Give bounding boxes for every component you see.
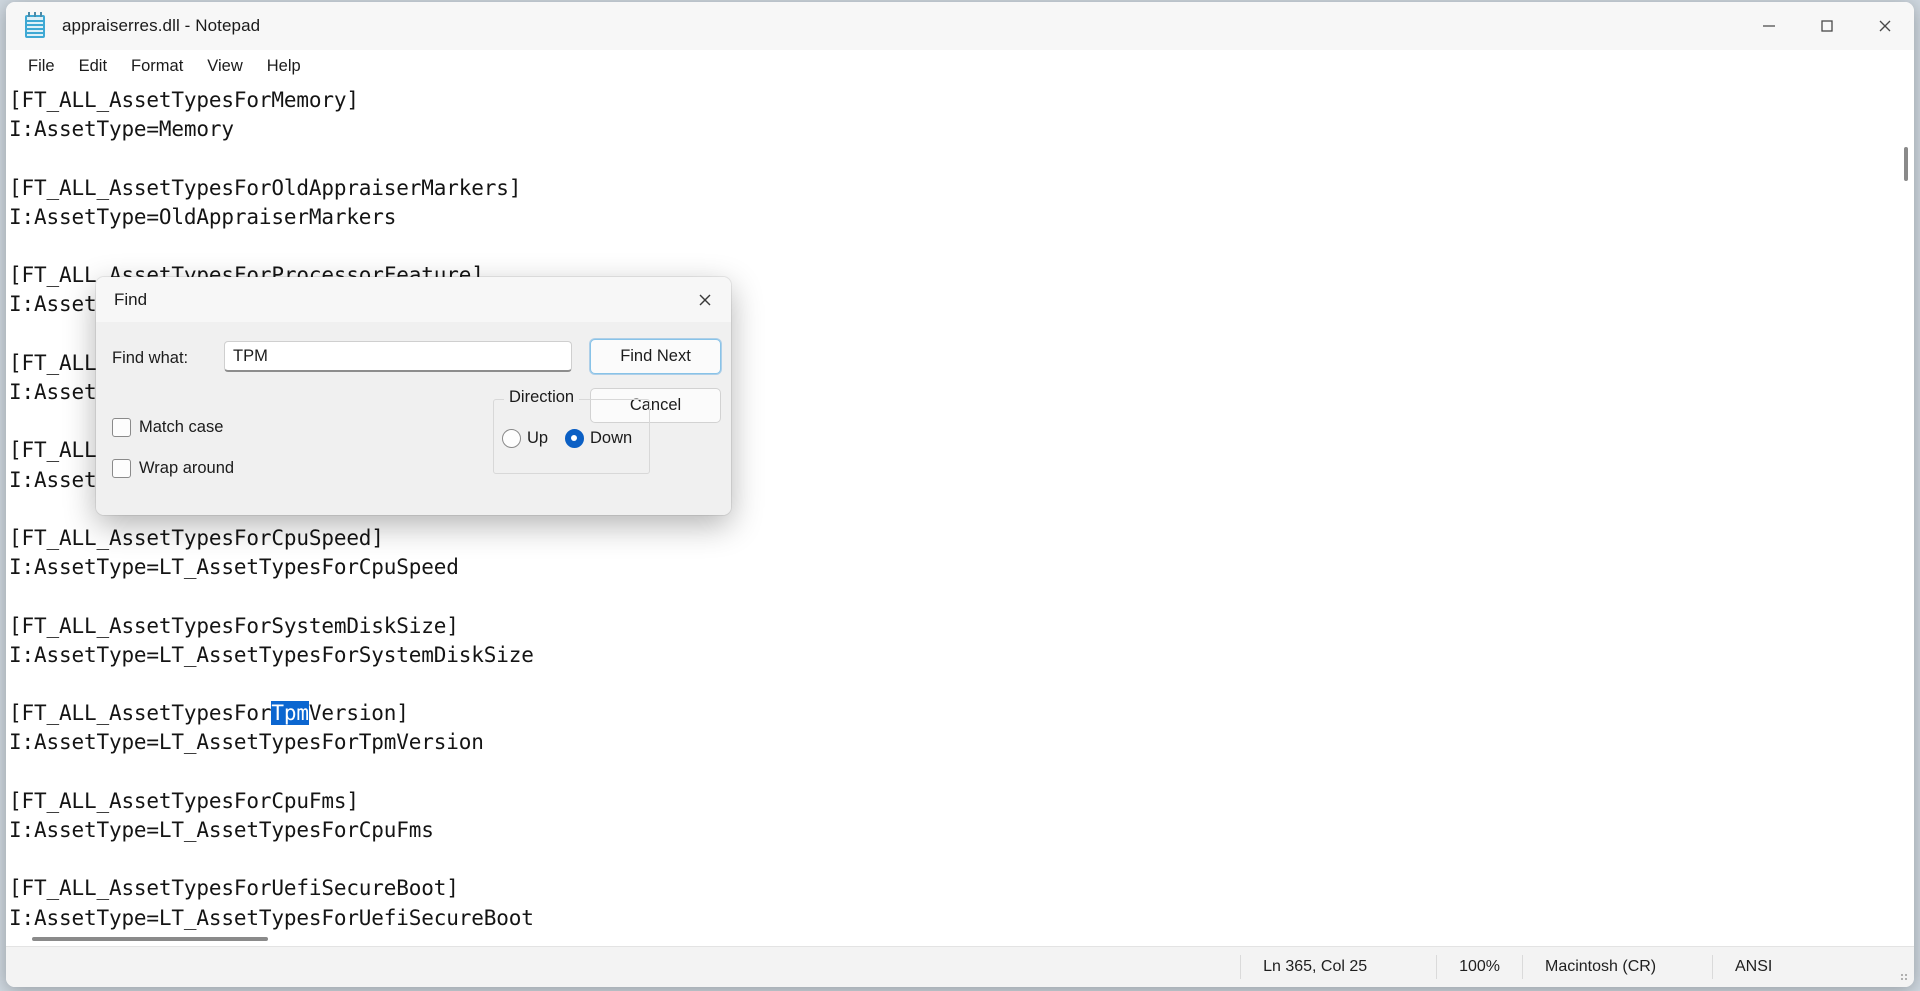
status-bar: Ln 365, Col 25 100% Macintosh (CR) ANSI bbox=[6, 946, 1914, 987]
radio-direction-down[interactable]: Down bbox=[565, 429, 632, 448]
find-what-input[interactable] bbox=[224, 341, 572, 372]
notepad-icon bbox=[22, 12, 48, 40]
radio-down-label: Down bbox=[590, 429, 633, 447]
text-after-selection: Version] I:AssetType=LT_AssetTypesForTpm… bbox=[9, 701, 534, 930]
resize-grip-icon[interactable] bbox=[1892, 947, 1914, 988]
checkbox-wrap-around[interactable]: Wrap around bbox=[112, 459, 234, 478]
title-bar: appraiserres.dll - Notepad bbox=[6, 2, 1914, 50]
horizontal-scrollbar[interactable] bbox=[6, 932, 1898, 946]
radio-up-label: Up bbox=[527, 429, 549, 447]
direction-group: Direction Up Down bbox=[493, 388, 650, 474]
checkbox-wrap-around-icon bbox=[112, 459, 131, 478]
find-what-label: Find what: bbox=[112, 349, 189, 367]
direction-legend: Direction bbox=[504, 388, 580, 407]
window-controls bbox=[1740, 2, 1914, 50]
status-line-ending[interactable]: Macintosh (CR) bbox=[1522, 955, 1712, 979]
checkbox-match-case-label: Match case bbox=[139, 418, 224, 436]
checkbox-match-case-icon bbox=[112, 418, 131, 437]
checkbox-match-case[interactable]: Match case bbox=[112, 418, 223, 437]
checkbox-wrap-around-label: Wrap around bbox=[139, 459, 235, 477]
menu-item-help[interactable]: Help bbox=[255, 54, 313, 79]
menu-item-file[interactable]: File bbox=[16, 54, 67, 79]
status-zoom-level[interactable]: 100% bbox=[1436, 955, 1522, 979]
horizontal-scrollbar-thumb[interactable] bbox=[32, 937, 268, 941]
vertical-scrollbar[interactable] bbox=[1898, 82, 1914, 932]
find-next-button[interactable]: Find Next bbox=[590, 339, 721, 374]
find-dialog-close-icon[interactable] bbox=[679, 277, 731, 322]
find-dialog-body: Find what: Find Next Cancel Direction Up… bbox=[96, 322, 731, 515]
status-encoding[interactable]: ANSI bbox=[1712, 955, 1892, 979]
radio-direction-up[interactable]: Up bbox=[502, 429, 548, 448]
minimize-button[interactable] bbox=[1740, 2, 1798, 50]
vertical-scrollbar-thumb[interactable] bbox=[1904, 147, 1908, 181]
radio-down-icon bbox=[565, 429, 584, 448]
menu-item-edit[interactable]: Edit bbox=[67, 54, 119, 79]
close-button[interactable] bbox=[1856, 2, 1914, 50]
window-title: appraiserres.dll - Notepad bbox=[62, 16, 261, 35]
find-dialog-title-bar: Find bbox=[96, 277, 731, 322]
find-dialog: Find Find what: Find Next Cancel Directi… bbox=[96, 277, 731, 515]
menu-bar: File Edit Format View Help bbox=[6, 50, 1914, 82]
maximize-button[interactable] bbox=[1798, 2, 1856, 50]
menu-item-view[interactable]: View bbox=[195, 54, 254, 79]
menu-item-format[interactable]: Format bbox=[119, 54, 195, 79]
radio-up-icon bbox=[502, 429, 521, 448]
find-dialog-title: Find bbox=[114, 289, 148, 309]
status-cursor-position: Ln 365, Col 25 bbox=[1240, 955, 1436, 979]
selected-text: Tpm bbox=[271, 701, 309, 726]
